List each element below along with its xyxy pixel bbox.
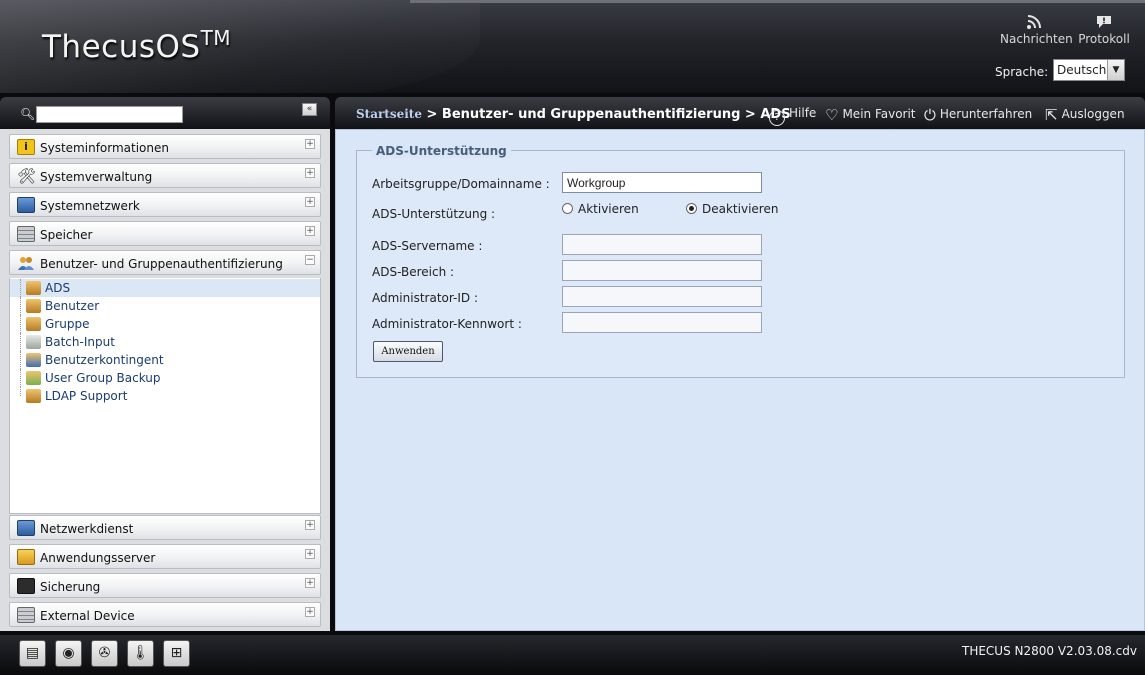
- tree-item-ads[interactable]: ADS: [10, 279, 320, 297]
- radio-dot-selected: [686, 203, 697, 214]
- tree-item-ldap-support[interactable]: LDAP Support: [10, 387, 320, 405]
- category-benutzer-gruppen[interactable]: Benutzer- und Gruppenauthentifizierung −: [9, 250, 321, 275]
- network-icon: [17, 197, 35, 213]
- info-icon: i: [17, 139, 35, 155]
- radio-dot: [562, 203, 573, 214]
- help-icon: ?: [769, 110, 785, 126]
- category-systemnetzwerk[interactable]: Systemnetzwerk +: [9, 192, 321, 217]
- chevron-down-icon: ▼: [1107, 60, 1124, 80]
- tools-icon: 🛠︎: [17, 167, 37, 185]
- server-status-icon[interactable]: ▤: [19, 640, 46, 667]
- workgroup-input[interactable]: [562, 172, 762, 193]
- tree-item-gruppe[interactable]: Gruppe: [10, 315, 320, 333]
- header-topline: [410, 0, 1145, 3]
- network-status-icon[interactable]: ⊞: [163, 640, 190, 667]
- tree-item-batch-input[interactable]: Batch-Input: [10, 333, 320, 351]
- category-external-device[interactable]: External Device +: [9, 602, 321, 627]
- thecus-logo: ThecusOSTM: [42, 26, 232, 65]
- app-header: ThecusOSTM Nachrichten Protokoll Sprache…: [0, 0, 1145, 93]
- user-icon: [26, 299, 41, 313]
- language-select[interactable]: Deutsch ▼: [1053, 59, 1125, 81]
- floppy-icon: [17, 578, 35, 594]
- collapse-icon[interactable]: −: [305, 255, 315, 265]
- sidebar-menu: i Systeminformationen + 🛠︎ Systemverwalt…: [0, 129, 330, 631]
- news-label: Nachrichten: [1000, 32, 1073, 46]
- user-group-tree: ADS Benutzer Gruppe Batch-Input Benutzer…: [9, 278, 321, 514]
- content-area: ADS-Unterstützung Arbeitsgruppe/Domainna…: [335, 129, 1145, 631]
- category-systeminformationen[interactable]: i Systeminformationen +: [9, 134, 321, 159]
- sidebar-header: 🔍︎ «: [0, 97, 330, 129]
- category-sicherung[interactable]: Sicherung +: [9, 573, 321, 598]
- workgroup-label: Arbeitsgruppe/Domainname :: [372, 177, 550, 191]
- expand-icon[interactable]: +: [305, 197, 315, 207]
- search-input[interactable]: [36, 106, 183, 123]
- help-button[interactable]: ? Hilfe: [769, 106, 816, 126]
- language-label: Sprache:: [995, 65, 1049, 79]
- ldap-icon: [26, 389, 41, 403]
- quota-icon: [26, 353, 41, 367]
- ads-support-label: ADS-Unterstützung :: [372, 207, 496, 221]
- ads-fieldset: ADS-Unterstützung Arbeitsgruppe/Domainna…: [356, 144, 1125, 378]
- collapse-sidebar-button[interactable]: «: [302, 103, 317, 116]
- heart-icon: ♡: [825, 106, 839, 124]
- apply-button[interactable]: Anwenden: [373, 341, 443, 362]
- category-anwendungsserver[interactable]: Anwendungsserver +: [9, 544, 321, 569]
- group-icon: [26, 317, 41, 331]
- category-speicher[interactable]: Speicher +: [9, 221, 321, 246]
- admin-password-input[interactable]: [562, 312, 762, 333]
- logout-icon: ⇱: [1045, 106, 1058, 124]
- ads-icon: [26, 281, 41, 295]
- temperature-icon[interactable]: 🌡︎: [127, 640, 154, 667]
- admin-password-label: Administrator-Kennwort :: [372, 317, 522, 331]
- expand-icon[interactable]: +: [305, 139, 315, 149]
- favorite-button[interactable]: ♡ Mein Favorit: [825, 106, 916, 124]
- external-device-icon: [17, 607, 35, 623]
- radio-disable[interactable]: Deaktivieren: [686, 202, 778, 216]
- news-link[interactable]: Nachrichten: [1000, 14, 1073, 46]
- expand-icon[interactable]: +: [305, 578, 315, 588]
- shutdown-button[interactable]: ⏻ Herunterfahren: [924, 106, 1032, 124]
- admin-id-input[interactable]: [562, 286, 762, 307]
- tree-item-benutzer[interactable]: Benutzer: [10, 297, 320, 315]
- backup-icon: [26, 371, 41, 385]
- speech-bubble-icon: [1076, 14, 1132, 32]
- breadcrumb-path: > Benutzer- und Gruppenauthentifizierung…: [421, 107, 791, 122]
- server-name-input[interactable]: [562, 234, 762, 255]
- expand-icon[interactable]: +: [305, 226, 315, 236]
- folder-add-icon: [17, 549, 35, 565]
- radio-enable[interactable]: Aktivieren: [562, 202, 639, 216]
- tree-item-user-group-backup[interactable]: User Group Backup: [10, 369, 320, 387]
- search-icon: 🔍︎: [20, 107, 36, 121]
- breadcrumb-home[interactable]: Startseite: [356, 107, 422, 121]
- network-service-icon: [17, 520, 35, 536]
- logout-button[interactable]: ⇱ Ausloggen: [1045, 106, 1125, 124]
- users-icon: [17, 255, 35, 271]
- status-footer: ▤ ◉ ✇ 🌡︎ ⊞ THECUS N2800 V2.03.08.cdv: [0, 635, 1145, 675]
- category-netzwerkdienst[interactable]: Netzwerkdienst +: [9, 515, 321, 540]
- expand-icon[interactable]: +: [305, 168, 315, 178]
- realm-label: ADS-Bereich :: [372, 265, 455, 279]
- firmware-version: THECUS N2800 V2.03.08.cdv: [961, 644, 1137, 658]
- fan-status-icon[interactable]: ✇: [91, 640, 118, 667]
- realm-input[interactable]: [562, 260, 762, 281]
- content-toolbar: Startseite > Benutzer- und Gruppenauthen…: [335, 97, 1145, 129]
- disk-status-icon[interactable]: ◉: [55, 640, 82, 667]
- language-value: Deutsch: [1057, 63, 1107, 77]
- server-name-label: ADS-Servername :: [372, 239, 483, 253]
- log-label: Protokoll: [1078, 32, 1130, 46]
- expand-icon[interactable]: +: [305, 520, 315, 530]
- log-link[interactable]: Protokoll: [1076, 14, 1132, 46]
- expand-icon[interactable]: +: [305, 549, 315, 559]
- expand-icon[interactable]: +: [305, 607, 315, 617]
- tree-item-benutzerkontingent[interactable]: Benutzerkontingent: [10, 351, 320, 369]
- admin-id-label: Administrator-ID :: [372, 291, 479, 305]
- storage-icon: [17, 226, 35, 242]
- batch-input-icon: [26, 335, 41, 349]
- category-systemverwaltung[interactable]: 🛠︎ Systemverwaltung +: [9, 163, 321, 188]
- rss-icon: [1000, 14, 1068, 32]
- breadcrumb: Startseite > Benutzer- und Gruppenauthen…: [356, 107, 791, 122]
- fieldset-legend: ADS-Unterstützung: [372, 144, 511, 158]
- power-icon: ⏻: [924, 106, 936, 124]
